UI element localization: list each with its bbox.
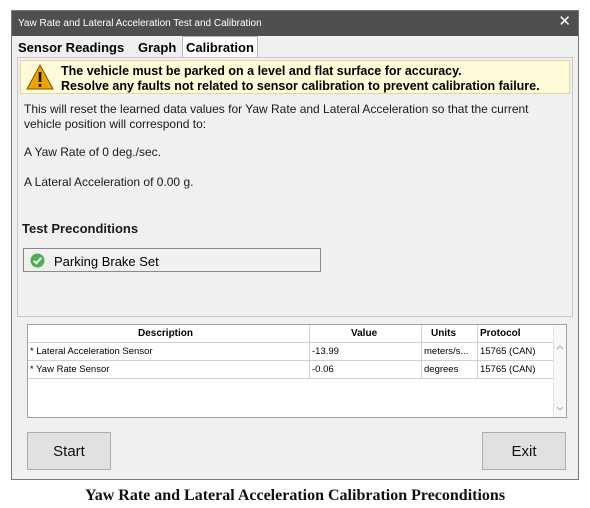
row-value: -0.06 xyxy=(312,364,334,375)
warning-triangle-icon xyxy=(26,63,54,96)
window-title: Yaw Rate and Lateral Acceleration Test a… xyxy=(18,18,262,29)
scroll-arrows-icon xyxy=(556,345,564,411)
title-bar: Yaw Rate and Lateral Acceleration Test a… xyxy=(12,11,578,36)
column-divider xyxy=(309,325,310,378)
table-scrollbar[interactable] xyxy=(553,325,566,417)
tab-sensor-readings[interactable]: Sensor Readings xyxy=(15,38,127,57)
info-line-2: vehicle position will correspond to: xyxy=(24,117,207,131)
sensor-table: Description Value Units Protocol * Later… xyxy=(27,324,567,418)
precondition-item: Parking Brake Set xyxy=(23,248,321,272)
row-protocol: 15765 (CAN) xyxy=(480,346,536,357)
tab-graph[interactable]: Graph xyxy=(135,38,179,57)
row-description: * Yaw Rate Sensor xyxy=(30,364,110,375)
warning-banner: The vehicle must be parked on a level an… xyxy=(20,60,570,94)
column-divider xyxy=(421,325,422,378)
row-description: * Lateral Acceleration Sensor xyxy=(30,346,153,357)
column-divider xyxy=(477,325,478,378)
close-icon[interactable]: ✕ xyxy=(558,14,571,30)
column-description[interactable]: Description xyxy=(138,328,193,339)
calibration-panel: The vehicle must be parked on a level an… xyxy=(17,57,573,317)
green-check-icon xyxy=(30,253,45,273)
row-protocol: 15765 (CAN) xyxy=(480,364,536,375)
row-units: degrees xyxy=(424,364,459,375)
warning-line-2: Resolve any faults not related to sensor… xyxy=(61,79,540,93)
tab-strip: Sensor Readings Graph Calibration xyxy=(12,36,578,58)
figure-caption: Yaw Rate and Lateral Acceleration Calibr… xyxy=(84,487,506,504)
row-value: -13.99 xyxy=(312,346,339,357)
yaw-rate-target: A Yaw Rate of 0 deg./sec. xyxy=(24,145,161,159)
column-units[interactable]: Units xyxy=(431,328,456,339)
preconditions-heading: Test Preconditions xyxy=(22,221,139,236)
column-value[interactable]: Value xyxy=(351,328,377,339)
info-line-1: This will reset the learned data values … xyxy=(24,102,529,116)
lateral-accel-target: A Lateral Acceleration of 0.00 g. xyxy=(24,175,194,189)
column-protocol[interactable]: Protocol xyxy=(480,328,521,339)
exit-button[interactable]: Exit xyxy=(482,432,566,470)
calibration-window: Yaw Rate and Lateral Acceleration Test a… xyxy=(11,10,579,480)
warning-line-1: The vehicle must be parked on a level an… xyxy=(61,64,462,78)
tab-calibration[interactable]: Calibration xyxy=(182,36,258,58)
start-button[interactable]: Start xyxy=(27,432,111,470)
row-units: meters/s... xyxy=(424,346,469,357)
precondition-label: Parking Brake Set xyxy=(54,254,159,269)
